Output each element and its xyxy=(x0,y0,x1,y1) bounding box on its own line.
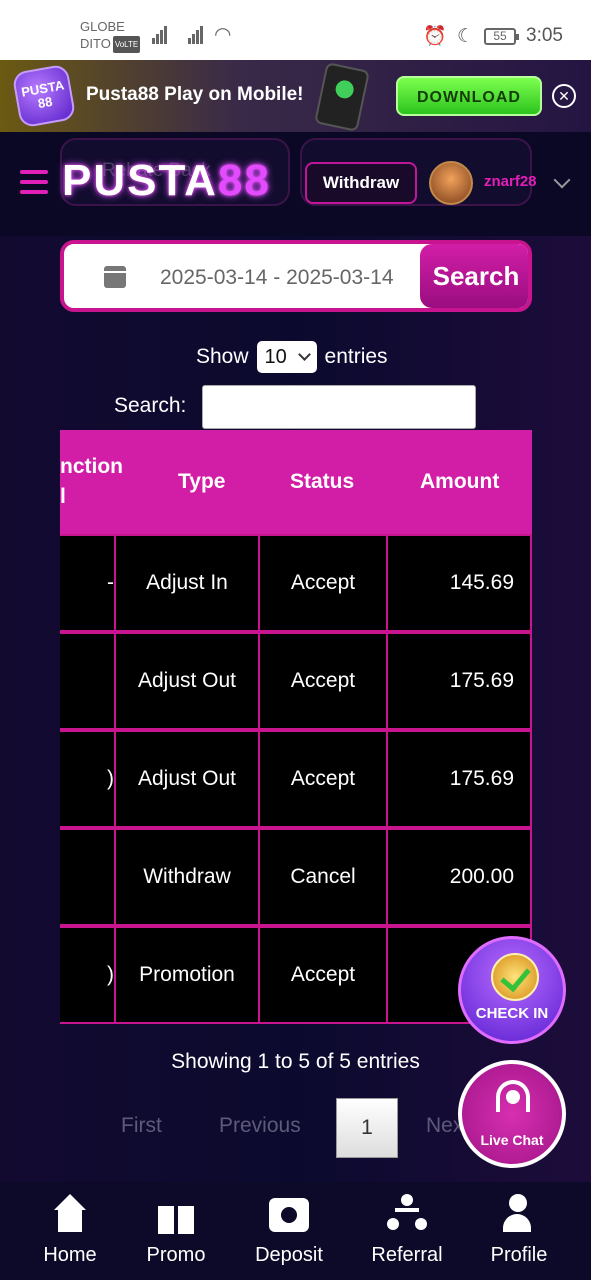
transactions-table: nction l Type Status Amount - Adjust In … xyxy=(60,430,532,1027)
pagination-page-1[interactable]: 1 xyxy=(336,1098,398,1158)
volte-badge: VoLTE xyxy=(112,36,141,53)
carrier-info: GLOBE DITO VoLTE xyxy=(80,18,141,53)
nav-referral[interactable]: Referral xyxy=(357,1194,457,1267)
bottom-nav: Home Promo Deposit Referral Profile xyxy=(0,1182,591,1280)
type-cell: Adjust Out xyxy=(114,730,260,828)
transaction-cell xyxy=(60,632,116,730)
moon-icon: ☾ xyxy=(456,25,475,47)
show-label: Show xyxy=(196,345,249,368)
table-row: Withdraw Cancel 200.00 xyxy=(60,828,532,926)
check-in-button[interactable]: CHECK IN xyxy=(458,936,566,1044)
transaction-cell xyxy=(60,828,116,926)
nav-home[interactable]: Home xyxy=(20,1194,120,1267)
calendar-icon xyxy=(104,266,126,288)
date-range-input[interactable]: 2025-03-14 - 2025-03-14 xyxy=(160,266,394,290)
check-in-label: CHECK IN xyxy=(475,1005,549,1022)
search-button[interactable]: Search xyxy=(420,244,528,308)
signal-2-icon xyxy=(188,26,204,44)
table-search-input[interactable] xyxy=(202,385,476,429)
deposit-icon xyxy=(269,1194,309,1234)
status-cell: Cancel xyxy=(258,828,388,926)
nav-label: Referral xyxy=(371,1244,443,1266)
live-chat-label: Live Chat xyxy=(480,1132,544,1148)
withdraw-button[interactable]: Withdraw xyxy=(305,162,417,204)
headset-icon xyxy=(496,1080,530,1112)
entries-select[interactable]: 10 xyxy=(256,341,317,373)
download-button[interactable]: DOWNLOAD xyxy=(396,76,542,116)
signal-icon xyxy=(152,26,168,44)
table-row: ) Adjust Out Accept 175.69 xyxy=(60,730,532,828)
carrier-1: GLOBE xyxy=(80,19,125,34)
type-cell: Withdraw xyxy=(114,828,260,926)
amount-cell: 145.69 xyxy=(386,534,532,632)
transaction-cell: ) xyxy=(60,730,116,828)
clock: 3:05 xyxy=(526,25,563,46)
promo-title: Pusta88 Play on Mobile! xyxy=(86,84,304,105)
date-range-filter[interactable]: 2025-03-14 - 2025-03-14 Search xyxy=(60,240,532,312)
entries-length-control: Show 10 entries xyxy=(196,341,388,373)
amount-cell: 175.69 xyxy=(386,730,532,828)
amount-cell: 175.69 xyxy=(386,632,532,730)
gift-icon xyxy=(156,1194,196,1234)
nav-label: Deposit xyxy=(255,1244,323,1266)
type-cell: Promotion xyxy=(114,926,260,1024)
transaction-cell: - xyxy=(60,534,116,632)
nav-promo[interactable]: Promo xyxy=(126,1194,226,1267)
live-chat-button[interactable]: Live Chat xyxy=(458,1060,566,1168)
table-search-label: Search: xyxy=(114,394,187,417)
brand-logo[interactable]: PUSTA88 xyxy=(62,156,271,206)
avatar[interactable] xyxy=(429,161,473,205)
app-logo: PUSTA 88 xyxy=(11,63,77,129)
menu-icon[interactable] xyxy=(20,170,48,200)
amount-cell: 200.00 xyxy=(386,828,532,926)
username[interactable]: znarf28 xyxy=(484,173,537,190)
nav-profile[interactable]: Profile xyxy=(469,1194,569,1267)
column-header-type[interactable]: Type xyxy=(178,470,225,494)
nav-label: Home xyxy=(43,1244,97,1266)
type-cell: Adjust Out xyxy=(114,632,260,730)
column-header-amount[interactable]: Amount xyxy=(420,470,499,494)
referral-icon xyxy=(387,1194,427,1234)
status-cell: Accept xyxy=(258,926,388,1024)
type-cell: Adjust In xyxy=(114,534,260,632)
battery-icon: 55 xyxy=(484,27,520,45)
status-cell: Accept xyxy=(258,534,388,632)
status-cell: Accept xyxy=(258,730,388,828)
nav-deposit[interactable]: Deposit xyxy=(239,1194,339,1267)
column-header-transaction[interactable]: nction l xyxy=(60,452,123,512)
pagination-first[interactable]: First xyxy=(121,1114,162,1138)
phone-image xyxy=(314,62,370,132)
profile-icon xyxy=(499,1194,539,1234)
wifi-icon: ◠ xyxy=(214,24,232,46)
status-cell: Accept xyxy=(258,632,388,730)
table-header: nction l Type Status Amount xyxy=(60,430,532,534)
brand-text: PUSTA xyxy=(62,156,218,205)
close-banner-button[interactable]: ✕ xyxy=(552,84,576,108)
status-bar: GLOBE DITO VoLTE ◠ ⏰ ☾ 55 3:05 xyxy=(0,0,591,60)
brand-number: 88 xyxy=(217,156,271,205)
nav-label: Promo xyxy=(146,1244,206,1266)
check-medal-icon xyxy=(491,953,539,1001)
alarm-icon: ⏰ xyxy=(423,26,447,47)
column-header-status[interactable]: Status xyxy=(290,470,354,494)
table-row: - Adjust In Accept 145.69 xyxy=(60,534,532,632)
nav-label: Profile xyxy=(490,1244,548,1266)
home-icon xyxy=(50,1194,90,1234)
table-row: Adjust Out Accept 175.69 xyxy=(60,632,532,730)
carrier-2: DITO xyxy=(80,36,111,51)
entries-label: entries xyxy=(324,345,388,368)
pagination-previous[interactable]: Previous xyxy=(219,1114,301,1138)
transaction-cell: ) xyxy=(60,926,116,1024)
